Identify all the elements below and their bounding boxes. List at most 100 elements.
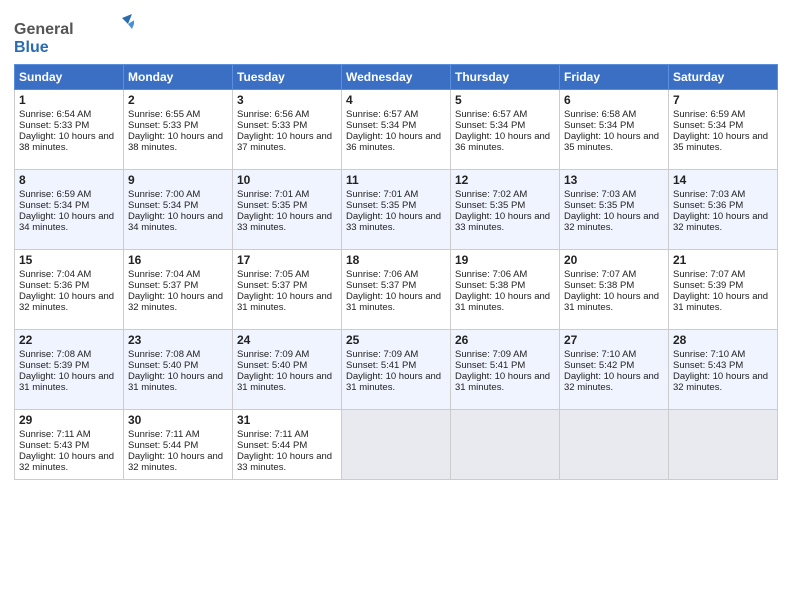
sunrise: Sunrise: 7:06 AM	[346, 269, 418, 280]
daylight: Daylight: 10 hours and 31 minutes.	[564, 291, 659, 313]
sunset: Sunset: 5:43 PM	[19, 440, 89, 451]
daylight: Daylight: 10 hours and 32 minutes.	[128, 451, 223, 473]
daylight: Daylight: 10 hours and 31 minutes.	[346, 371, 441, 393]
daylight: Daylight: 10 hours and 31 minutes.	[673, 291, 768, 313]
daylight: Daylight: 10 hours and 32 minutes.	[564, 211, 659, 233]
calendar-cell	[560, 410, 669, 480]
day-number: 31	[237, 413, 337, 427]
page-container: General Blue Sunday Monday Tuesday Wedne…	[0, 0, 792, 490]
day-number: 13	[564, 173, 664, 187]
col-sunday: Sunday	[15, 65, 124, 90]
sunset: Sunset: 5:44 PM	[237, 440, 307, 451]
calendar-cell: 27Sunrise: 7:10 AMSunset: 5:42 PMDayligh…	[560, 330, 669, 410]
sunrise: Sunrise: 7:00 AM	[128, 189, 200, 200]
sunrise: Sunrise: 7:01 AM	[237, 189, 309, 200]
sunset: Sunset: 5:39 PM	[19, 360, 89, 371]
sunrise: Sunrise: 6:54 AM	[19, 109, 91, 120]
sunset: Sunset: 5:37 PM	[237, 280, 307, 291]
day-number: 5	[455, 93, 555, 107]
day-number: 12	[455, 173, 555, 187]
daylight: Daylight: 10 hours and 32 minutes.	[19, 291, 114, 313]
calendar-cell: 22Sunrise: 7:08 AMSunset: 5:39 PMDayligh…	[15, 330, 124, 410]
calendar-cell: 8Sunrise: 6:59 AMSunset: 5:34 PMDaylight…	[15, 170, 124, 250]
sunset: Sunset: 5:33 PM	[128, 120, 198, 131]
sunrise: Sunrise: 7:09 AM	[346, 349, 418, 360]
day-number: 23	[128, 333, 228, 347]
calendar-cell: 23Sunrise: 7:08 AMSunset: 5:40 PMDayligh…	[124, 330, 233, 410]
daylight: Daylight: 10 hours and 31 minutes.	[455, 291, 550, 313]
sunrise: Sunrise: 7:01 AM	[346, 189, 418, 200]
day-number: 15	[19, 253, 119, 267]
calendar-cell: 24Sunrise: 7:09 AMSunset: 5:40 PMDayligh…	[233, 330, 342, 410]
calendar-cell: 25Sunrise: 7:09 AMSunset: 5:41 PMDayligh…	[342, 330, 451, 410]
col-thursday: Thursday	[451, 65, 560, 90]
calendar-cell: 21Sunrise: 7:07 AMSunset: 5:39 PMDayligh…	[669, 250, 778, 330]
day-number: 10	[237, 173, 337, 187]
calendar-cell: 13 Sunrise: 7:03 AMSunset: 5:35 PMDayligh…	[560, 170, 669, 250]
sunrise: Sunrise: 7:06 AM	[455, 269, 527, 280]
sunset: Sunset: 5:35 PM	[455, 200, 525, 211]
calendar-cell: 20Sunrise: 7:07 AMSunset: 5:38 PMDayligh…	[560, 250, 669, 330]
sunset: Sunset: 5:38 PM	[455, 280, 525, 291]
calendar-cell: 14Sunrise: 7:03 AMSunset: 5:36 PMDayligh…	[669, 170, 778, 250]
sunset: Sunset: 5:34 PM	[346, 120, 416, 131]
sunset: Sunset: 5:38 PM	[564, 280, 634, 291]
daylight: Daylight: 10 hours and 37 minutes.	[237, 131, 332, 153]
day-number: 22	[19, 333, 119, 347]
sunset: Sunset: 5:40 PM	[237, 360, 307, 371]
sunrise: Sunrise: 6:55 AM	[128, 109, 200, 120]
calendar-cell: 3Sunrise: 6:56 AMSunset: 5:33 PMDaylight…	[233, 90, 342, 170]
calendar-week-2: 8Sunrise: 6:59 AMSunset: 5:34 PMDaylight…	[15, 170, 778, 250]
sunrise: Sunrise: 7:05 AM	[237, 269, 309, 280]
day-number: 20	[564, 253, 664, 267]
sunrise: Sunrise: 7:03 AM	[673, 189, 745, 200]
daylight: Daylight: 10 hours and 32 minutes.	[128, 291, 223, 313]
daylight: Daylight: 10 hours and 33 minutes.	[455, 211, 550, 233]
daylight: Daylight: 10 hours and 31 minutes.	[455, 371, 550, 393]
sunrise: Sunrise: 7:09 AM	[455, 349, 527, 360]
sunrise: Sunrise: 7:02 AM	[455, 189, 527, 200]
day-number: 6	[564, 93, 664, 107]
sunrise: Sunrise: 7:07 AM	[673, 269, 745, 280]
sunrise: Sunrise: 6:59 AM	[19, 189, 91, 200]
day-number: 29	[19, 413, 119, 427]
sunset: Sunset: 5:35 PM	[346, 200, 416, 211]
calendar-cell: 18Sunrise: 7:06 AMSunset: 5:37 PMDayligh…	[342, 250, 451, 330]
calendar-cell: 11Sunrise: 7:01 AMSunset: 5:35 PMDayligh…	[342, 170, 451, 250]
sunset: Sunset: 5:44 PM	[128, 440, 198, 451]
sunrise: Sunrise: 7:03 AM	[564, 189, 636, 200]
calendar-cell: 28Sunrise: 7:10 AMSunset: 5:43 PMDayligh…	[669, 330, 778, 410]
calendar-table: Sunday Monday Tuesday Wednesday Thursday…	[14, 64, 778, 480]
daylight: Daylight: 10 hours and 35 minutes.	[564, 131, 659, 153]
sunset: Sunset: 5:37 PM	[346, 280, 416, 291]
sunrise: Sunrise: 7:09 AM	[237, 349, 309, 360]
calendar-cell: 2Sunrise: 6:55 AMSunset: 5:33 PMDaylight…	[124, 90, 233, 170]
sunrise: Sunrise: 6:58 AM	[564, 109, 636, 120]
sunset: Sunset: 5:35 PM	[237, 200, 307, 211]
daylight: Daylight: 10 hours and 35 minutes.	[673, 131, 768, 153]
sunset: Sunset: 5:36 PM	[673, 200, 743, 211]
logo: General Blue	[14, 14, 134, 58]
daylight: Daylight: 10 hours and 31 minutes.	[237, 371, 332, 393]
calendar-cell	[451, 410, 560, 480]
col-saturday: Saturday	[669, 65, 778, 90]
calendar-week-5: 29 Sunrise: 7:11 AM Sunset: 5:43 PM Dayligh…	[15, 410, 778, 480]
sunrise: Sunrise: 7:11 AM	[128, 429, 200, 440]
sunset: Sunset: 5:43 PM	[673, 360, 743, 371]
col-friday: Friday	[560, 65, 669, 90]
day-number: 18	[346, 253, 446, 267]
calendar-cell: 1Sunrise: 6:54 AMSunset: 5:33 PMDaylight…	[15, 90, 124, 170]
sunrise: Sunrise: 7:04 AM	[19, 269, 91, 280]
sunrise: Sunrise: 6:56 AM	[237, 109, 309, 120]
daylight: Daylight: 10 hours and 38 minutes.	[19, 131, 114, 153]
sunrise: Sunrise: 7:08 AM	[128, 349, 200, 360]
daylight: Daylight: 10 hours and 33 minutes.	[237, 211, 332, 233]
calendar-cell: 15Sunrise: 7:04 AMSunset: 5:36 PMDayligh…	[15, 250, 124, 330]
day-number: 30	[128, 413, 228, 427]
sunset: Sunset: 5:34 PM	[564, 120, 634, 131]
sunset: Sunset: 5:35 PM	[564, 200, 634, 211]
daylight: Daylight: 10 hours and 32 minutes.	[673, 211, 768, 233]
sunset: Sunset: 5:41 PM	[455, 360, 525, 371]
sunrise: Sunrise: 7:10 AM	[673, 349, 745, 360]
calendar-cell: 19Sunrise: 7:06 AMSunset: 5:38 PMDayligh…	[451, 250, 560, 330]
